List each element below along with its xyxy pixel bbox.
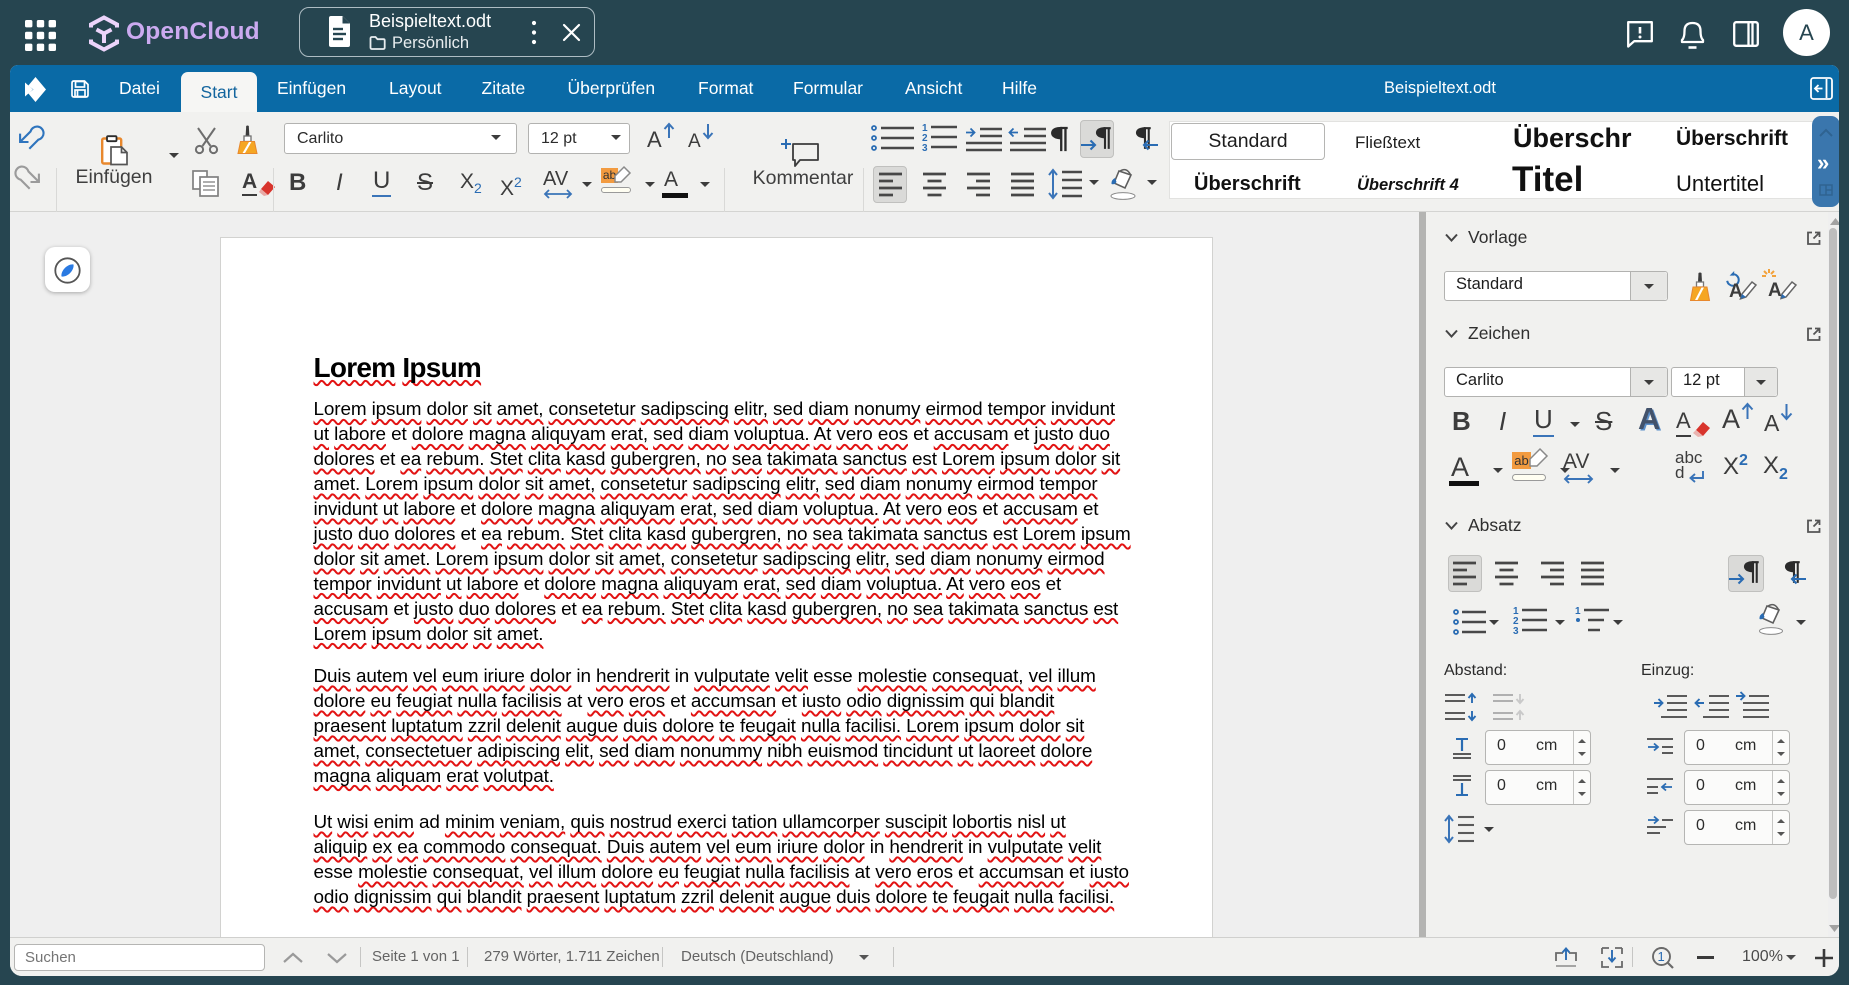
svg-text:3: 3	[922, 143, 928, 154]
svg-text:1: 1	[1575, 606, 1581, 617]
svg-text:A: A	[1768, 280, 1782, 301]
svg-text:1: 1	[1658, 949, 1665, 964]
svg-text:3: 3	[1513, 626, 1519, 637]
